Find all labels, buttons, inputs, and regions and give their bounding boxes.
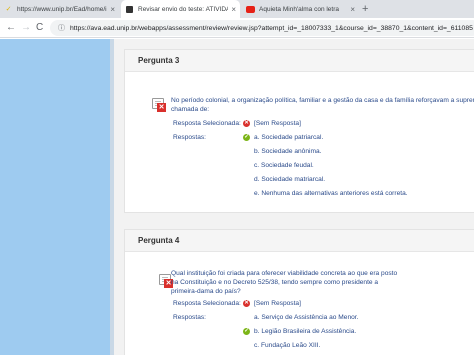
answer-option: e. Nenhuma das alternativas anteriores e… [254,190,408,197]
answer-option: ✓ a. Sociedade patriarcal. [243,134,324,141]
question-heading: Pergunta 3 [125,50,474,72]
url-text: https://ava.ead.unip.br/webapps/assessme… [70,24,473,32]
selected-answer-value: ✕ [Sem Resposta] [243,120,301,127]
review-content: Pergunta 3 ✕ No período colonial, a orga… [114,39,474,355]
selected-answer-label: Resposta Selecionada: [173,300,241,307]
answer-option: b. Sociedade anônima. [254,148,322,155]
course-sidebar [0,39,110,355]
question-text: Qual instituição foi criada para oferece… [171,270,398,295]
incorrect-question-icon: ✕ [152,98,166,112]
selected-answer-value: ✕ [Sem Resposta] [243,300,301,307]
question-text: No período colonial, a organização polít… [171,97,474,113]
tab-unip-home[interactable]: ✓ https://www.unip.br/Ead/home/ind × [0,0,119,18]
answer-option: d. Sociedade matriarcal. [254,176,326,183]
tab-close-icon[interactable]: × [350,5,355,14]
info-icon[interactable]: ⓘ [58,23,65,33]
check-favicon-icon: ✓ [5,6,12,13]
correct-mark-icon: ✓ [243,134,250,141]
question-heading: Pergunta 4 [125,230,474,252]
browser-tab-bar: ✓ https://www.unip.br/Ead/home/ind × Rev… [0,0,474,18]
tab-title: Aquieta Minh'alma con letra [259,5,340,13]
tab-title: Revisar envio do teste: ATIVIDADE [138,5,229,13]
incorrect-mark-icon: ✕ [243,300,250,307]
question-card: Pergunta 3 ✕ No período colonial, a orga… [124,49,474,213]
incorrect-mark-icon: ✕ [243,120,250,127]
answer-option: c. Fundação Leão XIII. [254,342,321,349]
correct-mark-icon: ✓ [243,328,250,335]
youtube-favicon-icon [246,5,255,14]
tab-youtube[interactable]: Aquieta Minh'alma con letra × [242,0,359,18]
tab-close-icon[interactable]: × [231,5,236,14]
browser-toolbar: ← → C ⓘ https://ava.ead.unip.br/webapps/… [0,18,474,38]
selected-answer-label: Resposta Selecionada: [173,120,241,127]
tab-title: https://www.unip.br/Ead/home/ind [17,5,108,13]
answers-label: Respostas: [173,314,206,321]
answer-option: a. Serviço de Assistência ao Menor. [254,314,359,321]
question-card: Pergunta 4 ✕ Qual instituição foi criada… [124,229,474,355]
tab-revisar-envio[interactable]: Revisar envio do teste: ATIVIDADE × [121,0,240,18]
answer-option: ✓ b. Legião Brasileira de Assistência. [243,328,357,335]
reload-button[interactable]: C [36,21,43,35]
page-favicon-icon [125,5,134,14]
answer-option: c. Sociedade feudal. [254,162,314,169]
back-button[interactable]: ← [6,21,16,35]
forward-button[interactable]: → [21,21,31,35]
tab-close-icon[interactable]: × [110,5,115,14]
new-tab-button[interactable]: + [362,2,368,16]
address-bar[interactable]: ⓘ https://ava.ead.unip.br/webapps/assess… [50,20,474,36]
answers-label: Respostas: [173,134,206,141]
